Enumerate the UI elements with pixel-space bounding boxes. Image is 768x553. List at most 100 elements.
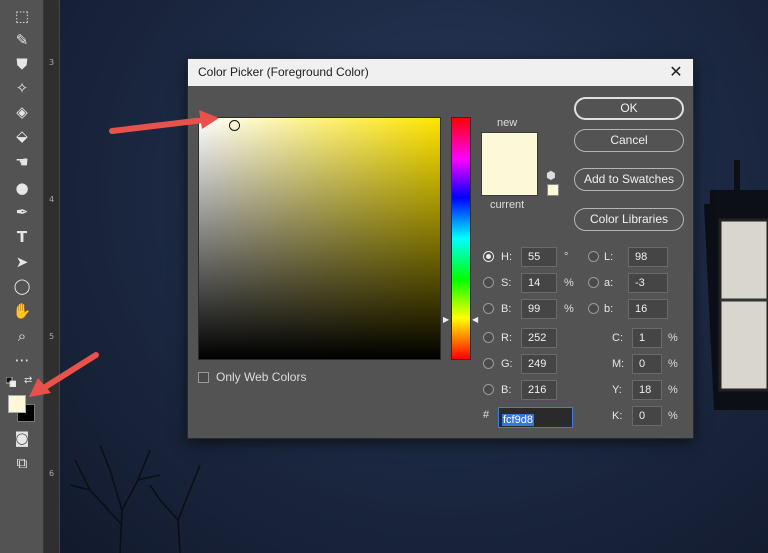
ellipse-icon[interactable]: ◯ — [10, 276, 34, 296]
green-input[interactable]: 249 — [521, 354, 557, 374]
dialog-title: Color Picker (Foreground Color) — [198, 65, 369, 79]
color-libraries-button[interactable]: Color Libraries — [574, 208, 684, 231]
red-label: R: — [501, 332, 512, 344]
green-row: G: 249 — [481, 354, 581, 374]
yellow-input[interactable]: 18 — [632, 380, 662, 400]
black-unit: % — [668, 410, 678, 422]
zoom-icon[interactable]: ⌕ — [10, 326, 34, 346]
ruler-mark: 6 — [49, 469, 55, 478]
screen-mode-icon[interactable]: ⧉ — [10, 453, 34, 473]
close-button[interactable]: ✕ — [667, 62, 685, 82]
new-color-swatch — [481, 132, 538, 196]
red-input[interactable]: 252 — [521, 328, 557, 348]
paint-bucket-icon[interactable]: ⬙ — [10, 126, 34, 146]
cancel-button[interactable]: Cancel — [574, 129, 684, 152]
lab-b-input[interactable]: 16 — [628, 299, 668, 319]
saturation-radio[interactable] — [483, 277, 494, 288]
ruler-mark: 3 — [49, 58, 55, 67]
ruler-mark: 5 — [49, 332, 55, 341]
smudge-icon[interactable]: ☚ — [10, 152, 34, 172]
lab-b-radio[interactable] — [588, 303, 599, 314]
green-radio[interactable] — [483, 358, 494, 369]
hand-icon[interactable]: ✋ — [10, 301, 34, 321]
brush-icon[interactable]: ✎ — [10, 30, 34, 50]
dialog-titlebar[interactable]: Color Picker (Foreground Color) ✕ — [188, 59, 693, 86]
out-of-web-gamut-cube-icon[interactable]: ⬢ — [546, 169, 556, 182]
blue-row: B: 216 — [481, 380, 581, 400]
lab-a-row: a: -3 — [586, 273, 686, 293]
add-to-swatches-button[interactable]: Add to Swatches — [574, 168, 684, 191]
cyan-unit: % — [668, 332, 678, 344]
saturation-brightness-field[interactable] — [198, 117, 441, 360]
hue-slider-right-arrow-icon[interactable]: ◀ — [472, 315, 478, 324]
new-color-label: new — [497, 117, 518, 129]
street-lamp — [704, 160, 768, 410]
magenta-input[interactable]: 0 — [632, 354, 662, 374]
hex-label: # — [483, 409, 490, 421]
black-row: K: 0 % — [608, 406, 688, 426]
only-web-colors-label: Only Web Colors — [216, 370, 307, 384]
magenta-row: M: 0 % — [608, 354, 688, 374]
brightness-unit: % — [564, 303, 574, 315]
stamp-icon[interactable]: ⛊ — [10, 54, 34, 74]
cyan-input[interactable]: 1 — [632, 328, 662, 348]
red-radio[interactable] — [483, 332, 494, 343]
ruler-mark: 4 — [49, 195, 55, 204]
hue-unit: ° — [564, 251, 569, 263]
dodge-icon[interactable]: ● — [10, 178, 34, 198]
tree-silhouette — [69, 444, 201, 553]
yellow-unit: % — [668, 384, 678, 396]
current-color-label: current — [490, 199, 525, 211]
hex-input[interactable]: fcf9d8 — [498, 407, 573, 428]
black-input[interactable]: 0 — [632, 406, 662, 426]
blue-radio[interactable] — [483, 384, 494, 395]
lab-l-radio[interactable] — [588, 251, 599, 262]
brightness-input[interactable]: 99 — [521, 299, 557, 319]
red-row: R: 252 — [481, 328, 581, 348]
hue-slider-left-arrow-icon[interactable]: ▶ — [443, 315, 449, 324]
hue-slider[interactable] — [451, 117, 471, 360]
healing-icon[interactable]: ✧ — [10, 78, 34, 98]
hue-row: H: 55 ° — [481, 247, 581, 267]
lab-b-label: b: — [604, 303, 614, 315]
eraser-icon[interactable]: ◈ — [10, 102, 34, 122]
saturation-row: S: 14 % — [481, 273, 581, 293]
quick-mask-icon[interactable]: ◙ — [10, 428, 34, 448]
artboard-icon[interactable]: ⬚ — [10, 6, 34, 26]
lab-l-input[interactable]: 98 — [628, 247, 668, 267]
lab-a-radio[interactable] — [588, 277, 599, 288]
cyan-label: C: — [612, 332, 623, 344]
lab-b-row: b: 16 — [586, 299, 686, 319]
color-cursor[interactable] — [229, 120, 240, 131]
lab-a-label: a: — [604, 277, 614, 289]
hue-radio[interactable] — [483, 251, 494, 262]
brightness-radio[interactable] — [483, 303, 494, 314]
hue-label: H: — [501, 251, 512, 263]
brightness-label: B: — [501, 303, 512, 315]
ok-button[interactable]: OK — [574, 97, 684, 120]
type-icon[interactable]: T — [10, 227, 34, 247]
blue-label: B: — [501, 384, 512, 396]
lab-a-input[interactable]: -3 — [628, 273, 668, 293]
pen-icon[interactable]: ✒ — [10, 202, 34, 222]
saturation-unit: % — [564, 277, 574, 289]
blue-input[interactable]: 216 — [521, 380, 557, 400]
vertical-ruler: 3 4 5 6 — [44, 0, 60, 553]
lab-l-row: L: 98 — [586, 247, 686, 267]
hex-value: fcf9d8 — [502, 414, 534, 426]
yellow-label: Y: — [612, 384, 622, 396]
hue-input[interactable]: 55 — [521, 247, 557, 267]
brightness-row: B: 99 % — [481, 299, 581, 319]
more-icon[interactable]: ⋯ — [10, 350, 34, 370]
swap-colors-icon[interactable]: ⇄ — [24, 375, 32, 386]
default-colors-icon[interactable] — [6, 377, 16, 387]
brightness-gradient — [199, 118, 440, 359]
black-label: K: — [612, 410, 623, 422]
web-safe-color-swatch[interactable] — [547, 184, 559, 196]
foreground-color-swatch[interactable] — [8, 395, 26, 413]
magenta-label: M: — [612, 358, 625, 370]
only-web-colors-checkbox[interactable] — [198, 372, 209, 383]
path-select-icon[interactable]: ➤ — [10, 252, 34, 272]
magenta-unit: % — [668, 358, 678, 370]
saturation-input[interactable]: 14 — [521, 273, 557, 293]
